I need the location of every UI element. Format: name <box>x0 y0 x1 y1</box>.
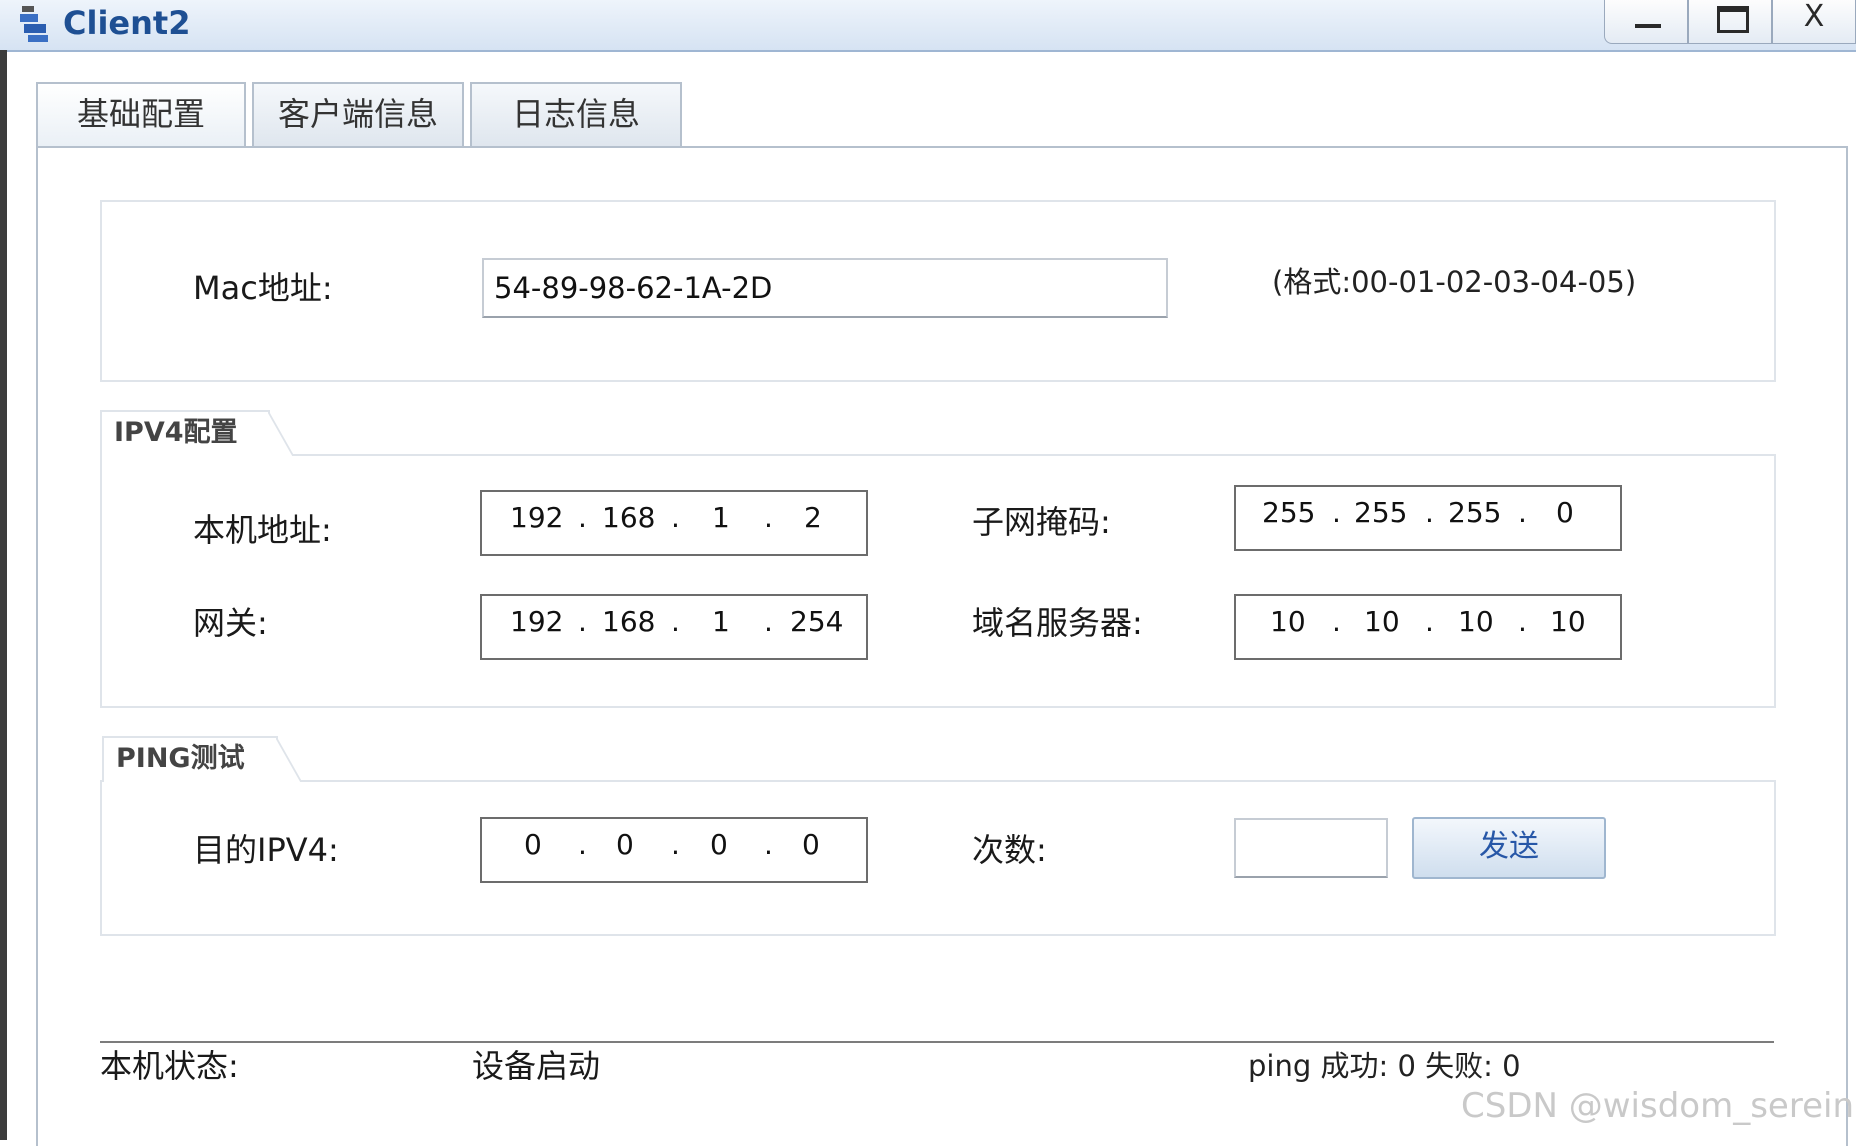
count-input[interactable] <box>1234 818 1388 878</box>
ip-dot: . <box>578 828 587 861</box>
mac-format-hint: (格式:00-01-02-03-04-05) <box>1272 265 1637 299</box>
subnet-mask-label: 子网掩码: <box>972 503 1111 541</box>
ip-dot: . <box>764 828 773 861</box>
window-left-border <box>0 50 7 1140</box>
ip-octet[interactable]: 1 <box>712 500 730 536</box>
ip-octet[interactable]: 255 <box>1448 495 1501 531</box>
ip-octet[interactable]: 0 <box>524 827 542 863</box>
mac-label: Mac地址: <box>193 269 333 307</box>
gateway-label: 网关: <box>193 604 268 642</box>
ip-dot: . <box>764 605 773 638</box>
ping-group-title: PING测试 <box>102 736 302 782</box>
ip-octet[interactable]: 1 <box>712 604 730 640</box>
ip-dot: . <box>764 501 773 534</box>
ip-dot: . <box>578 605 587 638</box>
ip-octet[interactable]: 192 <box>510 604 563 640</box>
ip-dot: . <box>1425 605 1434 638</box>
local-address-input[interactable]: 192 . 168 . 1 . 2 <box>480 490 868 556</box>
ip-octet[interactable]: 0 <box>616 827 634 863</box>
dest-ipv4-input[interactable]: 0 . 0 . 0 . 0 <box>480 817 868 883</box>
ip-octet[interactable]: 168 <box>602 500 655 536</box>
ip-dot: . <box>578 501 587 534</box>
mac-address-field[interactable]: 54-89-98-62-1A-2D <box>482 258 1168 318</box>
ping-result-text: ping 成功: 0 失败: 0 <box>1248 1049 1521 1083</box>
minimize-button[interactable] <box>1604 0 1688 44</box>
ip-octet[interactable]: 0 <box>802 827 820 863</box>
ip-octet[interactable]: 10 <box>1364 604 1400 640</box>
close-button[interactable]: X <box>1772 0 1856 44</box>
dns-server-input[interactable]: 10 . 10 . 10 . 10 <box>1234 594 1622 660</box>
local-status-value: 设备启动 <box>472 1047 601 1085</box>
ip-dot: . <box>671 501 680 534</box>
ip-dot: . <box>1518 496 1527 529</box>
ip-octet[interactable]: 10 <box>1270 604 1306 640</box>
ip-octet[interactable]: 0 <box>1556 495 1574 531</box>
ip-dot: . <box>671 828 680 861</box>
ip-octet[interactable]: 168 <box>602 604 655 640</box>
tab-basic-config[interactable]: 基础配置 <box>36 82 246 146</box>
ip-octet[interactable]: 192 <box>510 500 563 536</box>
ip-dot: . <box>1332 496 1341 529</box>
ip-dot: . <box>671 605 680 638</box>
watermark: CSDN @wisdom_serein <box>1461 1086 1854 1126</box>
ip-octet[interactable]: 254 <box>790 604 843 640</box>
send-button[interactable]: 发送 <box>1412 817 1606 879</box>
local-address-label: 本机地址: <box>193 511 332 549</box>
ip-dot: . <box>1332 605 1341 638</box>
ip-dot: . <box>1518 605 1527 638</box>
dest-ipv4-label: 目的IPV4: <box>193 831 339 869</box>
tab-client-info[interactable]: 客户端信息 <box>252 82 464 146</box>
minimize-icon <box>1635 24 1661 28</box>
local-status-label: 本机状态: <box>100 1047 239 1085</box>
tab-log-info[interactable]: 日志信息 <box>470 82 682 146</box>
dns-server-label: 域名服务器: <box>972 604 1143 642</box>
maximize-icon <box>1717 6 1749 33</box>
client-app-icon <box>20 6 48 42</box>
ip-dot: . <box>1425 496 1434 529</box>
maximize-button[interactable] <box>1688 0 1772 44</box>
ip-octet[interactable]: 255 <box>1354 495 1407 531</box>
ip-octet[interactable]: 2 <box>804 500 822 536</box>
subnet-mask-input[interactable]: 255 . 255 . 255 . 0 <box>1234 485 1622 551</box>
ip-octet[interactable]: 255 <box>1262 495 1315 531</box>
ip-octet[interactable]: 10 <box>1458 604 1494 640</box>
window-controls: X <box>1604 0 1856 48</box>
close-icon: X <box>1803 0 1825 34</box>
status-divider <box>100 1041 1774 1043</box>
gateway-input[interactable]: 192 . 168 . 1 . 254 <box>480 594 868 660</box>
window-title: Client2 <box>63 4 191 42</box>
ip-octet[interactable]: 10 <box>1550 604 1586 640</box>
count-label: 次数: <box>972 831 1047 869</box>
ip-octet[interactable]: 0 <box>710 827 728 863</box>
ipv4-group-title: IPV4配置 <box>100 410 294 456</box>
title-bar: Client2 X <box>0 0 1856 52</box>
